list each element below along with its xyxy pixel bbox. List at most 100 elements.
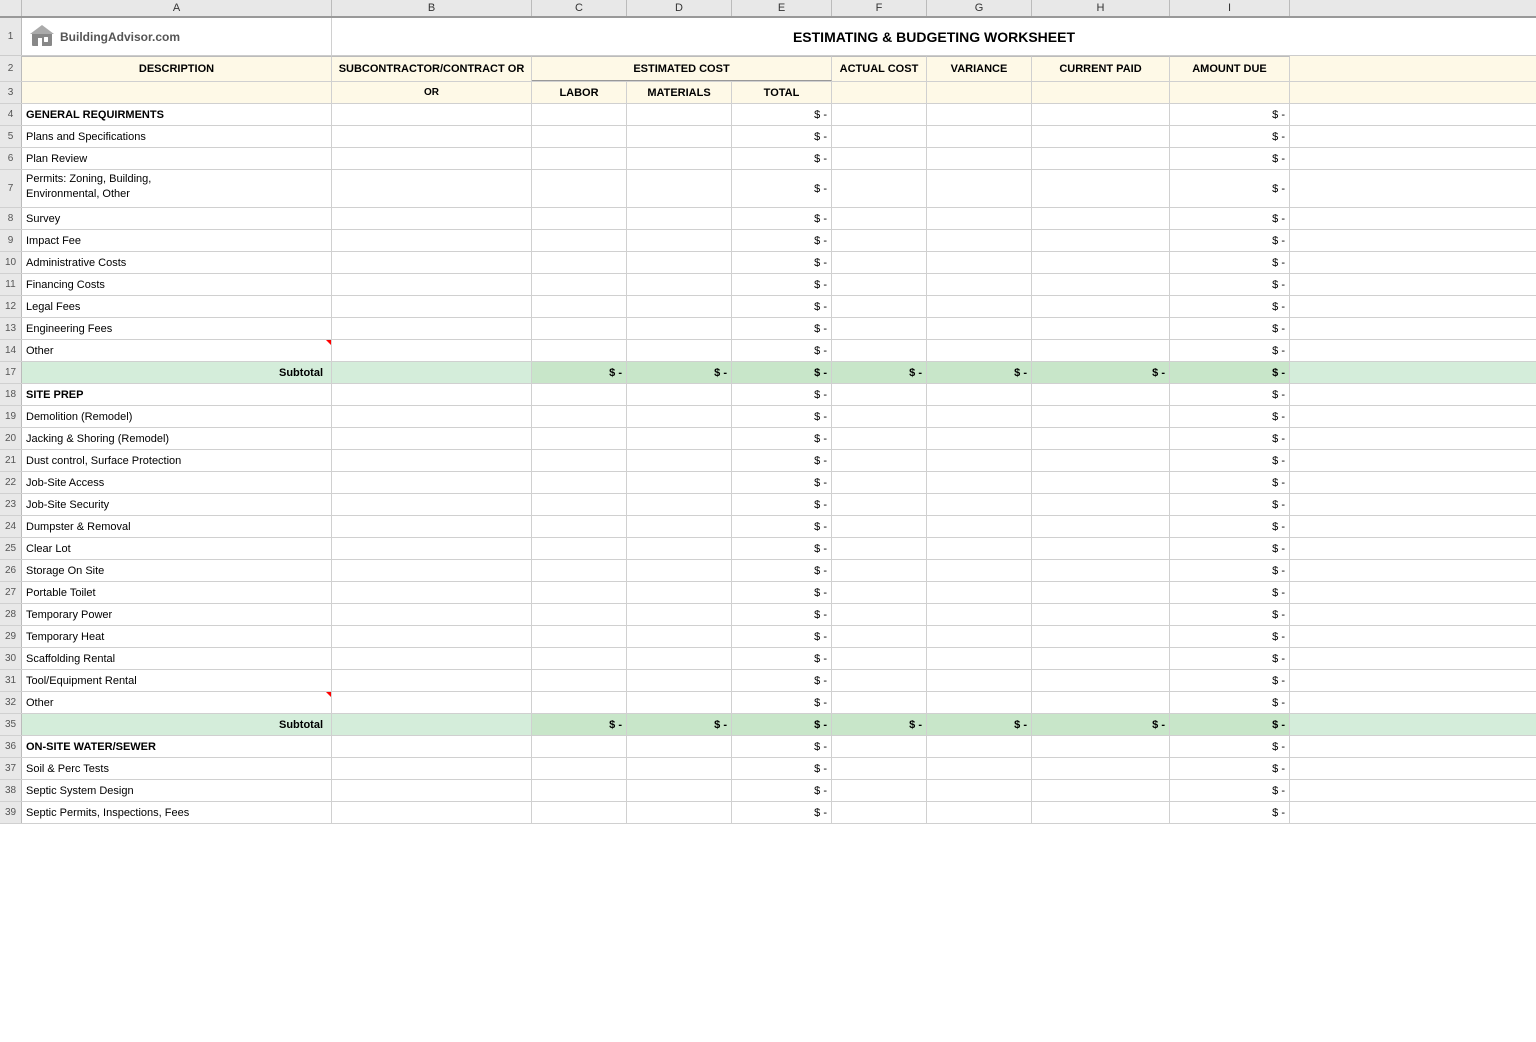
subcontractor-cell[interactable] (332, 802, 532, 823)
subcontractor-cell[interactable] (332, 252, 532, 273)
total-cell[interactable]: $ - (732, 758, 832, 779)
total-cell[interactable]: $ - (732, 428, 832, 449)
variance-cell[interactable] (927, 428, 1032, 449)
subcontractor-cell[interactable] (332, 362, 532, 383)
description-cell[interactable]: Septic System Design (22, 780, 332, 801)
variance-cell[interactable] (927, 274, 1032, 295)
description-cell[interactable]: Soil & Perc Tests (22, 758, 332, 779)
actual-cost-cell[interactable] (832, 582, 927, 603)
amount-due-cell[interactable]: $ - (1170, 670, 1290, 691)
labor-cell[interactable] (532, 560, 627, 581)
subcontractor-cell[interactable] (332, 736, 532, 757)
actual-cost-cell[interactable] (832, 538, 927, 559)
amount-due-cell[interactable]: $ - (1170, 714, 1290, 735)
labor-cell[interactable] (532, 274, 627, 295)
total-cell[interactable]: $ - (732, 472, 832, 493)
actual-cost-cell[interactable] (832, 170, 927, 207)
materials-cell[interactable] (627, 802, 732, 823)
variance-cell[interactable] (927, 148, 1032, 169)
description-cell[interactable]: Subtotal (22, 362, 332, 383)
materials-cell[interactable] (627, 560, 732, 581)
actual-cost-cell[interactable] (832, 758, 927, 779)
current-paid-cell[interactable] (1032, 626, 1170, 647)
actual-cost-cell[interactable] (832, 736, 927, 757)
labor-cell[interactable]: $ - (532, 714, 627, 735)
current-paid-cell[interactable] (1032, 428, 1170, 449)
subcontractor-cell[interactable] (332, 340, 532, 361)
variance-cell[interactable]: $ - (927, 714, 1032, 735)
total-cell[interactable]: $ - (732, 450, 832, 471)
subcontractor-cell[interactable] (332, 538, 532, 559)
materials-cell[interactable] (627, 780, 732, 801)
total-cell[interactable]: $ - (732, 318, 832, 339)
description-cell[interactable]: Demolition (Remodel) (22, 406, 332, 427)
variance-cell[interactable] (927, 252, 1032, 273)
description-cell[interactable]: Plans and Specifications (22, 126, 332, 147)
description-cell[interactable]: Subtotal (22, 714, 332, 735)
actual-cost-cell[interactable] (832, 318, 927, 339)
materials-cell[interactable] (627, 384, 732, 405)
subcontractor-cell[interactable] (332, 692, 532, 713)
current-paid-cell[interactable]: $ - (1032, 362, 1170, 383)
amount-due-cell[interactable]: $ - (1170, 170, 1290, 207)
materials-cell[interactable] (627, 538, 732, 559)
labor-cell[interactable] (532, 384, 627, 405)
variance-cell[interactable] (927, 494, 1032, 515)
amount-due-cell[interactable]: $ - (1170, 494, 1290, 515)
materials-cell[interactable] (627, 252, 732, 273)
amount-due-cell[interactable]: $ - (1170, 252, 1290, 273)
subcontractor-cell[interactable] (332, 626, 532, 647)
variance-cell[interactable] (927, 170, 1032, 207)
actual-cost-cell[interactable] (832, 252, 927, 273)
current-paid-cell[interactable] (1032, 126, 1170, 147)
current-paid-cell[interactable] (1032, 406, 1170, 427)
actual-cost-cell[interactable] (832, 450, 927, 471)
amount-due-cell[interactable]: $ - (1170, 516, 1290, 537)
current-paid-cell[interactable] (1032, 274, 1170, 295)
labor-cell[interactable] (532, 582, 627, 603)
actual-cost-cell[interactable]: $ - (832, 714, 927, 735)
description-cell[interactable]: Job-Site Security (22, 494, 332, 515)
subcontractor-cell[interactable] (332, 582, 532, 603)
current-paid-cell[interactable] (1032, 494, 1170, 515)
total-cell[interactable]: $ - (732, 670, 832, 691)
labor-cell[interactable] (532, 340, 627, 361)
total-cell[interactable]: $ - (732, 148, 832, 169)
description-cell[interactable]: Plan Review (22, 148, 332, 169)
description-cell[interactable]: ON-SITE WATER/SEWER (22, 736, 332, 757)
amount-due-cell[interactable]: $ - (1170, 384, 1290, 405)
description-cell[interactable]: Other (22, 340, 332, 361)
variance-cell[interactable] (927, 126, 1032, 147)
current-paid-cell[interactable] (1032, 230, 1170, 251)
variance-cell[interactable] (927, 692, 1032, 713)
actual-cost-cell[interactable] (832, 648, 927, 669)
labor-cell[interactable] (532, 692, 627, 713)
amount-due-cell[interactable]: $ - (1170, 626, 1290, 647)
variance-cell[interactable]: $ - (927, 362, 1032, 383)
materials-cell[interactable] (627, 450, 732, 471)
amount-due-cell[interactable]: $ - (1170, 692, 1290, 713)
description-cell[interactable]: Temporary Power (22, 604, 332, 625)
total-cell[interactable]: $ - (732, 626, 832, 647)
description-cell[interactable]: SITE PREP (22, 384, 332, 405)
actual-cost-cell[interactable] (832, 384, 927, 405)
materials-cell[interactable] (627, 230, 732, 251)
description-cell[interactable]: Administrative Costs (22, 252, 332, 273)
variance-cell[interactable] (927, 104, 1032, 125)
materials-cell[interactable] (627, 758, 732, 779)
variance-cell[interactable] (927, 472, 1032, 493)
variance-cell[interactable] (927, 582, 1032, 603)
total-cell[interactable]: $ - (732, 362, 832, 383)
labor-cell[interactable] (532, 648, 627, 669)
total-cell[interactable]: $ - (732, 560, 832, 581)
current-paid-cell[interactable] (1032, 296, 1170, 317)
labor-cell[interactable] (532, 170, 627, 207)
actual-cost-cell[interactable] (832, 626, 927, 647)
description-cell[interactable]: Dust control, Surface Protection (22, 450, 332, 471)
variance-cell[interactable] (927, 450, 1032, 471)
amount-due-cell[interactable]: $ - (1170, 362, 1290, 383)
subcontractor-cell[interactable] (332, 170, 532, 207)
labor-cell[interactable] (532, 208, 627, 229)
subcontractor-cell[interactable] (332, 274, 532, 295)
labor-cell[interactable] (532, 296, 627, 317)
